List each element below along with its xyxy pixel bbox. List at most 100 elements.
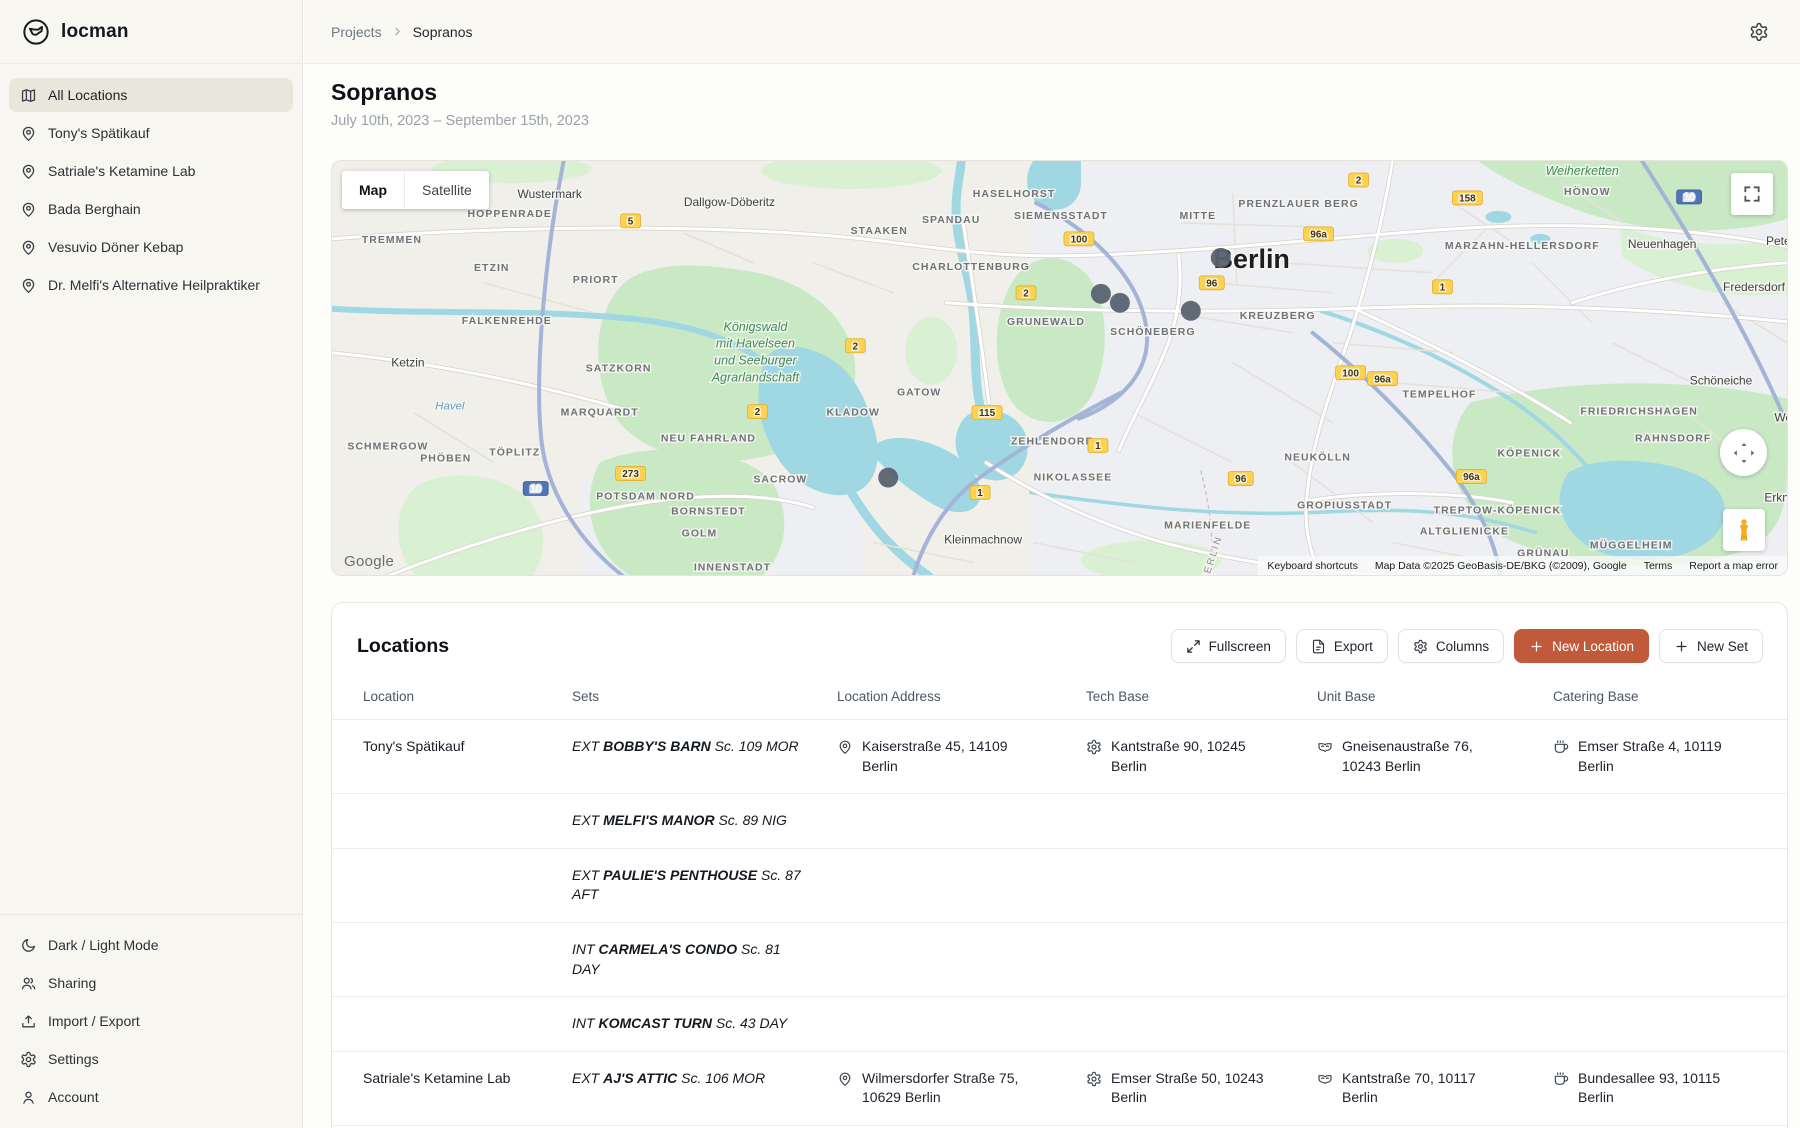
sidebar: locman All Locations Tony's Spätikauf Satr…: [0, 0, 303, 1128]
columns-button[interactable]: Columns: [1398, 629, 1504, 663]
map-label: MARZAHN-HELLERSDORF: [1445, 241, 1600, 252]
address-cell: [837, 940, 1086, 979]
map-label: SCHMERGOW: [347, 442, 428, 453]
sidebar-footer-item[interactable]: Settings: [9, 1042, 293, 1076]
column-header-location-address[interactable]: Location Address: [837, 689, 1086, 704]
column-header-sets[interactable]: Sets: [572, 689, 837, 704]
street-view-pegman[interactable]: [1723, 509, 1765, 551]
table-body: Tony's SpätikaufEXT BOBBY'S BARN Sc. 109…: [332, 720, 1787, 1126]
unit-cell: [1317, 940, 1553, 979]
sidebar-item[interactable]: All Locations: [9, 78, 293, 112]
map-pin-icon: [20, 201, 37, 218]
sidebar-item-label: Vesuvio Döner Kebap: [48, 239, 183, 255]
column-header-tech-base[interactable]: Tech Base: [1086, 689, 1317, 704]
terms-link[interactable]: Terms: [1644, 560, 1673, 572]
breadcrumb-current: Sopranos: [413, 24, 473, 40]
map-label: GOLM: [682, 528, 718, 539]
users-icon: [20, 975, 37, 992]
app-name: locman: [61, 21, 129, 43]
tech-cell: [1086, 811, 1317, 831]
motorway-badge: 10: [523, 482, 548, 496]
map-label: NEU FAHRLAND: [661, 434, 756, 445]
map-view-button[interactable]: Map: [342, 171, 404, 209]
map-label: Wustermark: [518, 187, 582, 201]
catering-cell: [1553, 811, 1787, 831]
breadcrumb-projects[interactable]: Projects: [331, 24, 382, 40]
new-set-button[interactable]: New Set: [1659, 629, 1763, 663]
sidebar-item[interactable]: Bada Berghain: [9, 192, 293, 226]
expand-icon: [1186, 639, 1201, 654]
sidebar-item[interactable]: Vesuvio Döner Kebap: [9, 230, 293, 264]
table-row[interactable]: EXT MELFI'S MANOR Sc. 89 NIG: [332, 794, 1787, 849]
sidebar-item-label: Settings: [48, 1051, 99, 1067]
map-label: Woltersdorf: [1774, 411, 1787, 425]
route-badge: 96: [1228, 472, 1253, 486]
map-label: HOPPENRADE: [468, 209, 552, 220]
map-label: STAAKEN: [851, 226, 908, 237]
map-canvas[interactable]: WustermarkHOPPENRADEDallgow-DöberitzTREM…: [331, 160, 1788, 576]
location-marker[interactable]: [1181, 301, 1201, 321]
sidebar-item-label: Import / Export: [48, 1013, 140, 1029]
sidebar-item[interactable]: Tony's Spätikauf: [9, 116, 293, 150]
route-badge: 1: [1088, 439, 1108, 453]
location-marker[interactable]: [1110, 293, 1130, 313]
location-marker[interactable]: [1091, 284, 1111, 304]
map-label: PHÖBEN: [420, 452, 471, 465]
map-label: Dallgow-Döberitz: [684, 195, 775, 209]
route-badge: 2: [747, 405, 767, 419]
map-label: ETZIN: [474, 263, 509, 274]
gear-icon: [1413, 639, 1428, 654]
column-header-catering-base[interactable]: Catering Base: [1553, 689, 1787, 704]
motorway-badge: 10: [1677, 190, 1702, 204]
map-pan-control[interactable]: [1720, 429, 1767, 476]
map-label: GATOW: [897, 388, 941, 399]
location-marker[interactable]: [1211, 248, 1231, 268]
table-row[interactable]: Satriale's Ketamine LabEXT AJ'S ATTIC Sc…: [332, 1052, 1787, 1126]
sidebar-item[interactable]: Satriale's Ketamine Lab: [9, 154, 293, 188]
route-badge: 5: [621, 214, 641, 228]
page-title: Sopranos: [331, 79, 1800, 106]
map-fullscreen-button[interactable]: [1731, 173, 1773, 215]
new-location-button[interactable]: New Location: [1514, 629, 1649, 663]
column-header-location[interactable]: Location: [363, 689, 572, 704]
report-map-error-link[interactable]: Report a map error: [1689, 560, 1778, 572]
table-row[interactable]: INT KOMCAST TURN Sc. 43 DAY: [332, 997, 1787, 1052]
sidebar-footer-item[interactable]: Dark / Light Mode: [9, 928, 293, 962]
map-label: HÖNOW: [1564, 185, 1611, 198]
svg-text:96: 96: [1206, 278, 1218, 289]
map-label: Agrarlandschaft: [711, 371, 800, 385]
set-cell: EXT AJ'S ATTIC Sc. 106 MOR: [572, 1069, 837, 1108]
moon-icon: [20, 937, 37, 954]
sidebar-item[interactable]: Dr. Melfi's Alternative Heilpraktiker: [9, 268, 293, 302]
address-cell: [837, 811, 1086, 831]
table-row[interactable]: EXT PAULIE'S PENTHOUSE Sc. 87 AFT: [332, 849, 1787, 923]
route-badge: 158: [1452, 191, 1482, 205]
map-label: TREPTOW-KÖPENICK: [1434, 504, 1561, 517]
table-row[interactable]: Tony's SpätikaufEXT BOBBY'S BARN Sc. 109…: [332, 720, 1787, 794]
fullscreen-button[interactable]: Fullscreen: [1171, 629, 1286, 663]
locations-toolbar: Fullscreen Export Columns New Location N…: [1171, 629, 1763, 663]
svg-text:96a: 96a: [1374, 374, 1391, 385]
route-badge: 96a: [1456, 470, 1486, 484]
table-row[interactable]: INT CARMELA'S CONDO Sc. 81 DAY: [332, 923, 1787, 997]
coffee-icon: [1553, 1071, 1569, 1087]
map-label: Fredersdorf: [1723, 280, 1786, 294]
keyboard-shortcuts-link[interactable]: Keyboard shortcuts: [1267, 560, 1357, 572]
export-button[interactable]: Export: [1296, 629, 1388, 663]
svg-text:100: 100: [1071, 234, 1088, 245]
location-marker[interactable]: [878, 468, 898, 488]
svg-text:10: 10: [1684, 193, 1696, 204]
sidebar-footer-item[interactable]: Sharing: [9, 966, 293, 1000]
chevron-right-icon: [391, 25, 404, 38]
tech-cell: [1086, 940, 1317, 979]
settings-button[interactable]: [1746, 19, 1772, 45]
sidebar-footer-item[interactable]: Import / Export: [9, 1004, 293, 1038]
satellite-view-button[interactable]: Satellite: [404, 171, 489, 209]
address-cell: [837, 866, 1086, 905]
caravan-icon: [1317, 1071, 1333, 1087]
map-attribution: Keyboard shortcuts Map Data ©2025 GeoBas…: [1258, 556, 1787, 575]
sidebar-footer-item[interactable]: Account: [9, 1080, 293, 1114]
map-label: Ketzin: [391, 356, 424, 370]
sidebar-nav: All Locations Tony's Spätikauf Satriale's …: [0, 64, 302, 302]
column-header-unit-base[interactable]: Unit Base: [1317, 689, 1553, 704]
